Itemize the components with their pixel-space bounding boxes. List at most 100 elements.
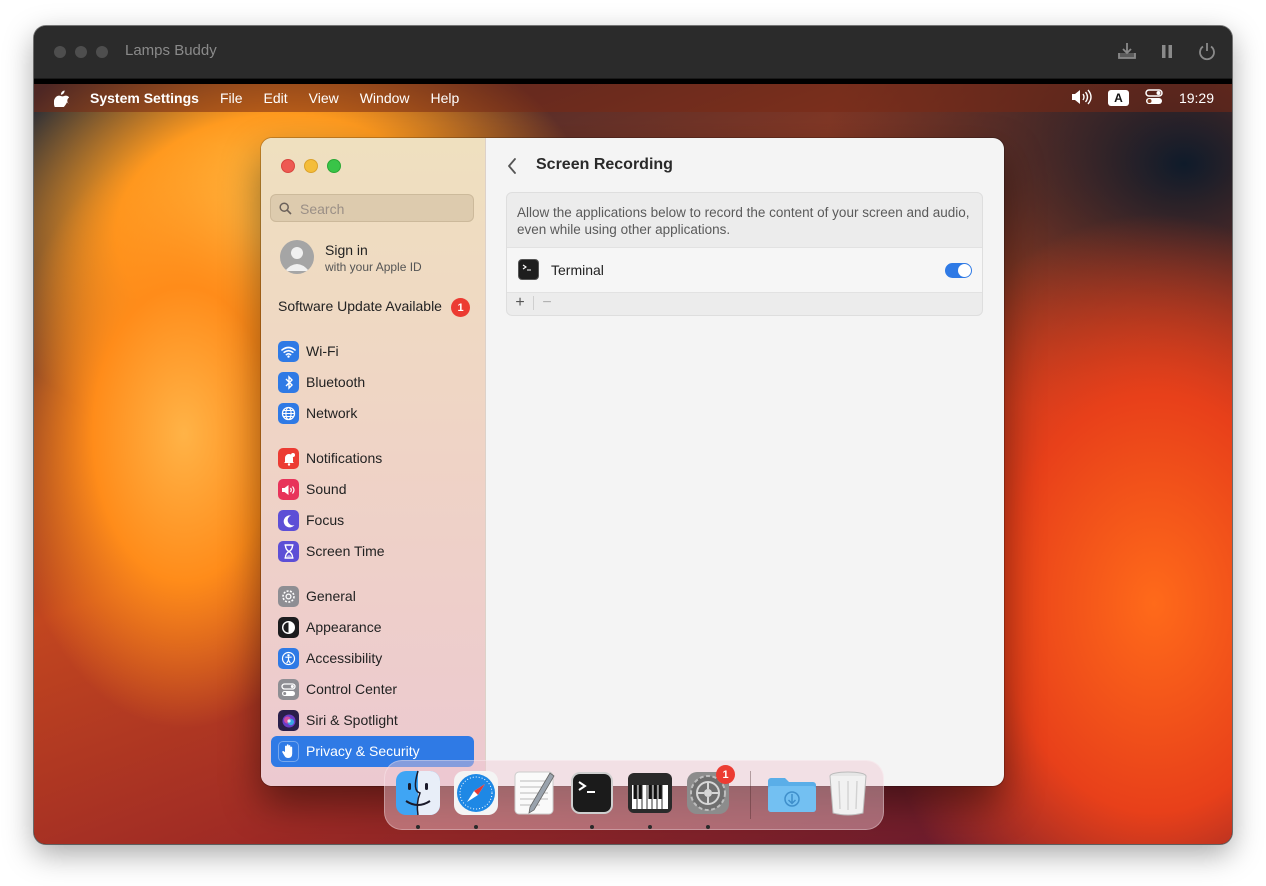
running-indicator: [706, 825, 710, 829]
sidebar-item-label: Privacy & Security: [306, 743, 420, 759]
wifi-icon: [278, 341, 299, 362]
volume-icon[interactable]: [1070, 89, 1092, 108]
control-center-icon: [278, 679, 299, 700]
running-indicator: [474, 825, 478, 829]
vm-pause-icon[interactable]: [1156, 40, 1178, 62]
search-field[interactable]: [270, 194, 474, 222]
menu-app-name[interactable]: System Settings: [90, 90, 199, 106]
sidebar-item-label: Bluetooth: [306, 374, 366, 390]
vm-snapshot-icon[interactable]: [1116, 40, 1138, 62]
apple-id-signin[interactable]: Sign in with your Apple ID: [280, 240, 470, 276]
dock: 1: [384, 760, 884, 830]
accessibility-icon: [278, 648, 299, 669]
add-app-button[interactable]: +: [513, 294, 527, 312]
menu-clock[interactable]: 19:29: [1179, 90, 1214, 106]
menu-view[interactable]: View: [309, 90, 339, 106]
menu-file[interactable]: File: [220, 90, 243, 106]
appearance-icon: [278, 617, 299, 638]
input-source-indicator[interactable]: A: [1107, 90, 1129, 106]
minimize-button[interactable]: [304, 159, 318, 173]
signin-subtitle: with your Apple ID: [325, 260, 422, 274]
bluetooth-icon: [278, 372, 299, 393]
sidebar-item-siri-spotlight[interactable]: Siri & Spotlight: [271, 705, 474, 736]
back-chevron-icon[interactable]: [505, 156, 521, 176]
remove-app-button[interactable]: −: [540, 294, 554, 312]
apple-menu-icon[interactable]: [54, 90, 69, 107]
sidebar-item-label: Network: [306, 405, 358, 421]
speaker-icon: [278, 479, 299, 500]
dock-finder-icon[interactable]: [394, 769, 442, 817]
bell-icon: [278, 448, 299, 469]
hand-icon: [278, 741, 299, 762]
sidebar-item-wifi[interactable]: Wi-Fi: [271, 336, 474, 367]
sidebar-item-sound[interactable]: Sound: [271, 474, 474, 505]
zoom-button[interactable]: [327, 159, 341, 173]
desktop: System Settings File Edit View Window He…: [34, 84, 1232, 844]
gear-icon: [278, 586, 299, 607]
sidebar-item-bluetooth[interactable]: Bluetooth: [271, 367, 474, 398]
divider: [533, 296, 534, 310]
dock-textedit-icon[interactable]: [510, 769, 558, 817]
page-title: Screen Recording: [536, 156, 673, 173]
search-icon: [279, 202, 292, 215]
sidebar-item-control-center[interactable]: Control Center: [271, 674, 474, 705]
settings-dock-badge: 1: [716, 765, 735, 784]
terminal-permission-toggle[interactable]: [945, 263, 972, 278]
control-center-menu-icon[interactable]: [1145, 88, 1163, 108]
sidebar-item-label: Siri & Spotlight: [306, 712, 398, 728]
menu-help[interactable]: Help: [431, 90, 460, 106]
sidebar-item-label: Screen Time: [306, 543, 385, 559]
sidebar-item-label: Control Center: [306, 681, 398, 697]
menu-bar: System Settings File Edit View Window He…: [34, 84, 1232, 112]
vm-title: Lamps Buddy: [125, 42, 217, 59]
dock-trash-icon[interactable]: [826, 769, 874, 817]
dock-safari-icon[interactable]: [452, 769, 500, 817]
window-controls: [281, 159, 341, 173]
vm-close-button[interactable]: [54, 46, 66, 58]
running-indicator: [648, 825, 652, 829]
search-input[interactable]: [298, 199, 472, 219]
menu-extras: A 19:29: [1070, 84, 1214, 112]
software-update-label: Software Update Available: [278, 298, 442, 314]
terminal-icon: [518, 259, 539, 280]
vm-toolbar: [1116, 40, 1218, 62]
menu-edit[interactable]: Edit: [264, 90, 288, 106]
software-update-item[interactable]: Software Update Available 1: [278, 298, 470, 318]
siri-icon: [278, 710, 299, 731]
sidebar-item-label: Wi-Fi: [306, 343, 339, 359]
sidebar-item-accessibility[interactable]: Accessibility: [271, 643, 474, 674]
update-badge: 1: [451, 298, 470, 317]
signin-title: Sign in: [325, 242, 368, 258]
vm-titlebar: Lamps Buddy: [34, 26, 1232, 79]
moon-icon: [278, 510, 299, 531]
app-row-terminal: Terminal: [507, 247, 982, 293]
sidebar-item-label: General: [306, 588, 356, 604]
menu-window[interactable]: Window: [360, 90, 410, 106]
detail-pane: Screen Recording Allow the applications …: [485, 138, 1004, 786]
sidebar-item-network[interactable]: Network: [271, 398, 474, 429]
sidebar-item-label: Notifications: [306, 450, 383, 466]
vm-window-controls: [54, 46, 108, 58]
sidebar-item-label: Accessibility: [306, 650, 383, 666]
sidebar-item-focus[interactable]: Focus: [271, 505, 474, 536]
vm-zoom-button[interactable]: [96, 46, 108, 58]
screen-recording-panel: Allow the applications below to record t…: [506, 192, 983, 316]
sidebar-item-label: Appearance: [306, 619, 382, 635]
dock-terminal-icon[interactable]: [568, 769, 616, 817]
dock-downloads-folder-icon[interactable]: [766, 769, 816, 817]
running-indicator: [416, 825, 420, 829]
dock-piano-icon[interactable]: [626, 769, 674, 817]
globe-icon: [278, 403, 299, 424]
close-button[interactable]: [281, 159, 295, 173]
sidebar-item-appearance[interactable]: Appearance: [271, 612, 474, 643]
sidebar-item-general[interactable]: General: [271, 581, 474, 612]
system-settings-window: Sign in with your Apple ID Software Upda…: [261, 138, 1004, 786]
vm-minimize-button[interactable]: [75, 46, 87, 58]
app-name: Terminal: [551, 262, 604, 278]
sidebar-item-label: Sound: [306, 481, 347, 497]
sidebar-item-screen-time[interactable]: Screen Time: [271, 536, 474, 567]
panel-description: Allow the applications below to record t…: [517, 205, 970, 237]
sidebar-item-notifications[interactable]: Notifications: [271, 443, 474, 474]
dock-divider: [750, 771, 751, 819]
vm-power-icon[interactable]: [1196, 40, 1218, 62]
